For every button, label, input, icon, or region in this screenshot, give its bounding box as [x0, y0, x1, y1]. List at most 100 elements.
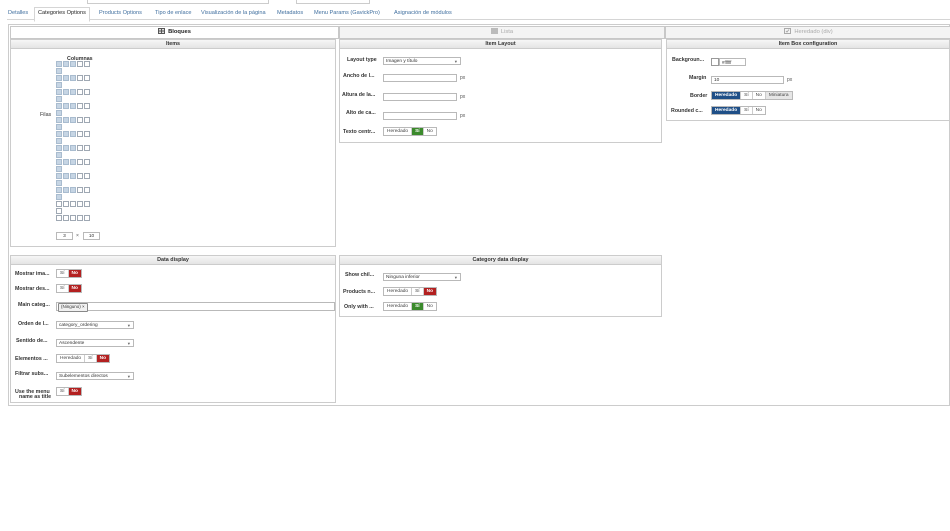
- grid-cell[interactable]: [56, 152, 62, 158]
- grid-cell[interactable]: [84, 187, 90, 193]
- mostrar-imagen-si-button[interactable]: Sí: [57, 270, 69, 277]
- grid-cell[interactable]: [70, 187, 76, 193]
- elementos-si-button[interactable]: Sí: [85, 355, 97, 362]
- grid-cell[interactable]: [63, 173, 69, 179]
- sentido-select[interactable]: Ascendente: [56, 339, 134, 347]
- products-no-button[interactable]: No: [423, 288, 437, 295]
- tab-metadatos[interactable]: Metadatos: [277, 8, 303, 20]
- grid-cell[interactable]: [56, 61, 62, 67]
- border-miniatura-button[interactable]: Miniatura: [765, 92, 792, 99]
- grid-cell[interactable]: [56, 110, 62, 116]
- grid-cell[interactable]: [56, 194, 62, 200]
- columns-count-input[interactable]: 3: [56, 232, 73, 240]
- grid-cell[interactable]: [56, 89, 62, 95]
- elementos-no-button[interactable]: No: [96, 355, 110, 362]
- background-color-swatch[interactable]: [711, 58, 719, 66]
- grid-cell[interactable]: [70, 89, 76, 95]
- grid-cell[interactable]: [84, 145, 90, 151]
- grid-cell[interactable]: [84, 201, 90, 207]
- grid-cell[interactable]: [77, 145, 83, 151]
- elementos-heredado-button[interactable]: Heredado: [57, 355, 86, 362]
- products-heredado-button[interactable]: Heredado: [384, 288, 413, 295]
- grid-cell[interactable]: [63, 89, 69, 95]
- grid-cell[interactable]: [77, 89, 83, 95]
- only-with-si-button[interactable]: Sí: [412, 303, 424, 310]
- border-heredado-button[interactable]: Heredado: [712, 92, 742, 99]
- texto-centrado-heredado-button[interactable]: Heredado: [384, 128, 413, 135]
- grid-cell[interactable]: [84, 61, 90, 67]
- show-child-select[interactable]: Ninguna inferior: [383, 273, 461, 281]
- grid-cell[interactable]: [70, 75, 76, 81]
- grid-cell[interactable]: [56, 173, 62, 179]
- grid-cell[interactable]: [63, 117, 69, 123]
- layout-tab-lista[interactable]: Lista: [339, 26, 665, 39]
- grid-cell[interactable]: [70, 173, 76, 179]
- border-si-button[interactable]: Sí: [741, 92, 753, 99]
- grid-cell[interactable]: [70, 103, 76, 109]
- grid-cell[interactable]: [56, 138, 62, 144]
- grid-cell[interactable]: [70, 61, 76, 67]
- grid-cell[interactable]: [77, 159, 83, 165]
- mostrar-descripcion-si-button[interactable]: Sí: [57, 285, 69, 292]
- grid-cell[interactable]: [56, 124, 62, 130]
- grid-cell[interactable]: [84, 131, 90, 137]
- grid-cell[interactable]: [84, 173, 90, 179]
- grid-cell[interactable]: [77, 173, 83, 179]
- tab-asignacion-modulos[interactable]: Asignación de módulos: [394, 8, 452, 20]
- tab-detalles[interactable]: Detalles: [8, 8, 28, 20]
- grid-cell[interactable]: [77, 117, 83, 123]
- grid-cell[interactable]: [84, 159, 90, 165]
- grid-cell[interactable]: [70, 117, 76, 123]
- grid-cell[interactable]: [56, 201, 62, 207]
- grid-cell[interactable]: [56, 208, 62, 214]
- grid-cell[interactable]: [84, 215, 90, 221]
- top-input-2[interactable]: [296, 0, 370, 4]
- grid-cell[interactable]: [56, 103, 62, 109]
- mostrar-descripcion-no-button[interactable]: No: [68, 285, 81, 292]
- grid-cell[interactable]: [63, 61, 69, 67]
- grid-cell[interactable]: [70, 159, 76, 165]
- altura-input[interactable]: [383, 93, 457, 101]
- grid-cell[interactable]: [56, 180, 62, 186]
- grid-cell[interactable]: [56, 68, 62, 74]
- tab-categories-options[interactable]: Categories Options: [34, 7, 90, 22]
- grid-cell[interactable]: [70, 201, 76, 207]
- filtrar-select[interactable]: Subelementos directos: [56, 372, 134, 380]
- top-input-1[interactable]: [87, 0, 269, 4]
- mostrar-imagen-no-button[interactable]: No: [68, 270, 81, 277]
- grid-cell[interactable]: [77, 187, 83, 193]
- grid-cell[interactable]: [70, 215, 76, 221]
- tab-tipo-de-enlace[interactable]: Tipo de enlace: [155, 8, 192, 20]
- grid-cell[interactable]: [63, 159, 69, 165]
- grid-cell[interactable]: [84, 117, 90, 123]
- layout-tab-heredado[interactable]: Heredado (div): [665, 26, 950, 39]
- rounded-heredado-button[interactable]: Heredado: [712, 107, 742, 114]
- grid-cell[interactable]: [70, 131, 76, 137]
- main-category-input[interactable]: [56, 302, 335, 311]
- grid-cell[interactable]: [56, 75, 62, 81]
- grid-cell[interactable]: [84, 103, 90, 109]
- rows-count-input[interactable]: 10: [83, 232, 100, 240]
- grid-cell[interactable]: [70, 145, 76, 151]
- grid-cell[interactable]: [77, 103, 83, 109]
- grid-cell[interactable]: [56, 159, 62, 165]
- grid-cell[interactable]: [77, 75, 83, 81]
- ancho-input[interactable]: [383, 74, 457, 82]
- margin-input[interactable]: 10: [711, 76, 784, 84]
- use-menu-no-button[interactable]: No: [68, 388, 81, 395]
- tab-menu-params[interactable]: Menu Params (GavickPro): [314, 8, 380, 20]
- grid-cell[interactable]: [63, 103, 69, 109]
- grid-cell[interactable]: [77, 131, 83, 137]
- grid-cell[interactable]: [63, 201, 69, 207]
- products-si-button[interactable]: Sí: [412, 288, 424, 295]
- alto-input[interactable]: [383, 112, 457, 120]
- tab-products-options[interactable]: Products Options: [99, 8, 142, 20]
- layout-tab-bloques[interactable]: Bloques: [10, 26, 339, 39]
- only-with-heredado-button[interactable]: Heredado: [384, 303, 413, 310]
- grid-cell[interactable]: [84, 89, 90, 95]
- grid-cell[interactable]: [56, 131, 62, 137]
- orden-select[interactable]: category_ordering: [56, 321, 134, 329]
- grid-cell[interactable]: [56, 96, 62, 102]
- only-with-no-button[interactable]: No: [424, 303, 436, 310]
- texto-centrado-si-button[interactable]: Sí: [412, 128, 424, 135]
